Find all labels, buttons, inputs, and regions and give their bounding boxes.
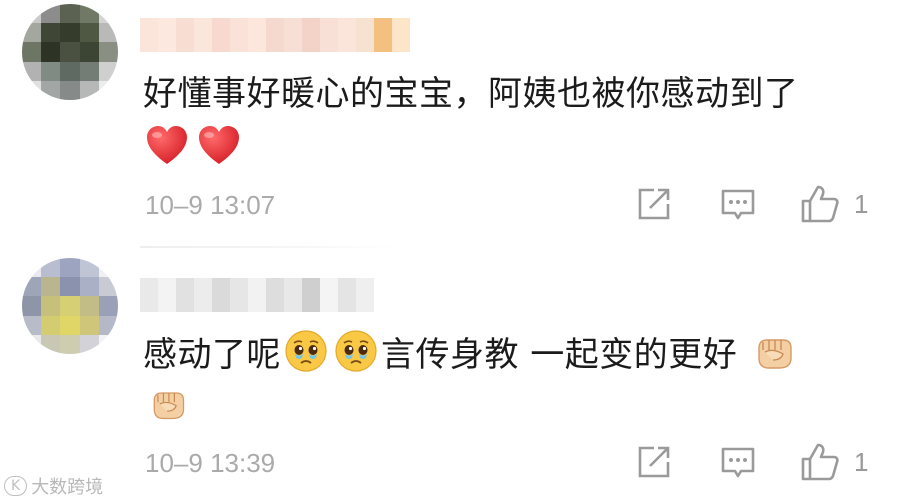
watermark-logo: K (4, 476, 28, 496)
watermark-text: 大数跨境 (31, 477, 104, 498)
pleading-face-emoji-icon (335, 330, 377, 372)
username-blurred[interactable] (140, 278, 374, 312)
like-button[interactable]: 1 (800, 442, 868, 482)
heart-emoji-icon (199, 126, 239, 164)
share-icon (638, 188, 670, 220)
heart-emoji-icon (147, 126, 187, 164)
emoji-line (145, 124, 241, 168)
timestamp: 10–9 13:39 (145, 448, 276, 478)
comment-item: 感动了呢 言传身教 一起变的更好 10–9 13:39 1 (0, 250, 900, 503)
comment-text: 感动了呢 言传身教 一起变的更好 (143, 328, 799, 377)
like-count: 1 (854, 446, 869, 477)
comment-icon (721, 189, 755, 220)
username-blurred[interactable] (140, 18, 410, 52)
comment-text: 好懂事好暖心的宝宝，阿姨也被你感动到了 (143, 74, 799, 114)
emoji-line (145, 382, 191, 424)
share-button[interactable] (636, 186, 672, 222)
fist-emoji-icon (153, 392, 185, 420)
comment-text-part: 感动了呢 (143, 335, 281, 375)
divider (140, 246, 400, 248)
reply-button[interactable] (720, 188, 756, 222)
avatar[interactable] (22, 258, 118, 354)
like-button[interactable]: 1 (800, 184, 868, 224)
share-button[interactable] (636, 444, 672, 480)
comment-item: 好懂事好暖心的宝宝，阿姨也被你感动到了 10–9 13:07 1 (0, 0, 900, 250)
share-icon (638, 446, 670, 478)
thumbs-up-icon (801, 443, 839, 481)
comment-icon (721, 447, 755, 478)
timestamp: 10–9 13:07 (145, 190, 276, 220)
thumbs-up-icon (801, 185, 839, 223)
pleading-face-emoji-icon (285, 330, 327, 372)
fist-emoji-icon (758, 339, 793, 369)
watermark: K 大数跨境 (4, 473, 103, 499)
avatar[interactable] (22, 4, 118, 100)
comment-text-part: 言传身教 一起变的更好 (381, 335, 738, 375)
like-count: 1 (854, 188, 869, 219)
reply-button[interactable] (720, 446, 756, 480)
